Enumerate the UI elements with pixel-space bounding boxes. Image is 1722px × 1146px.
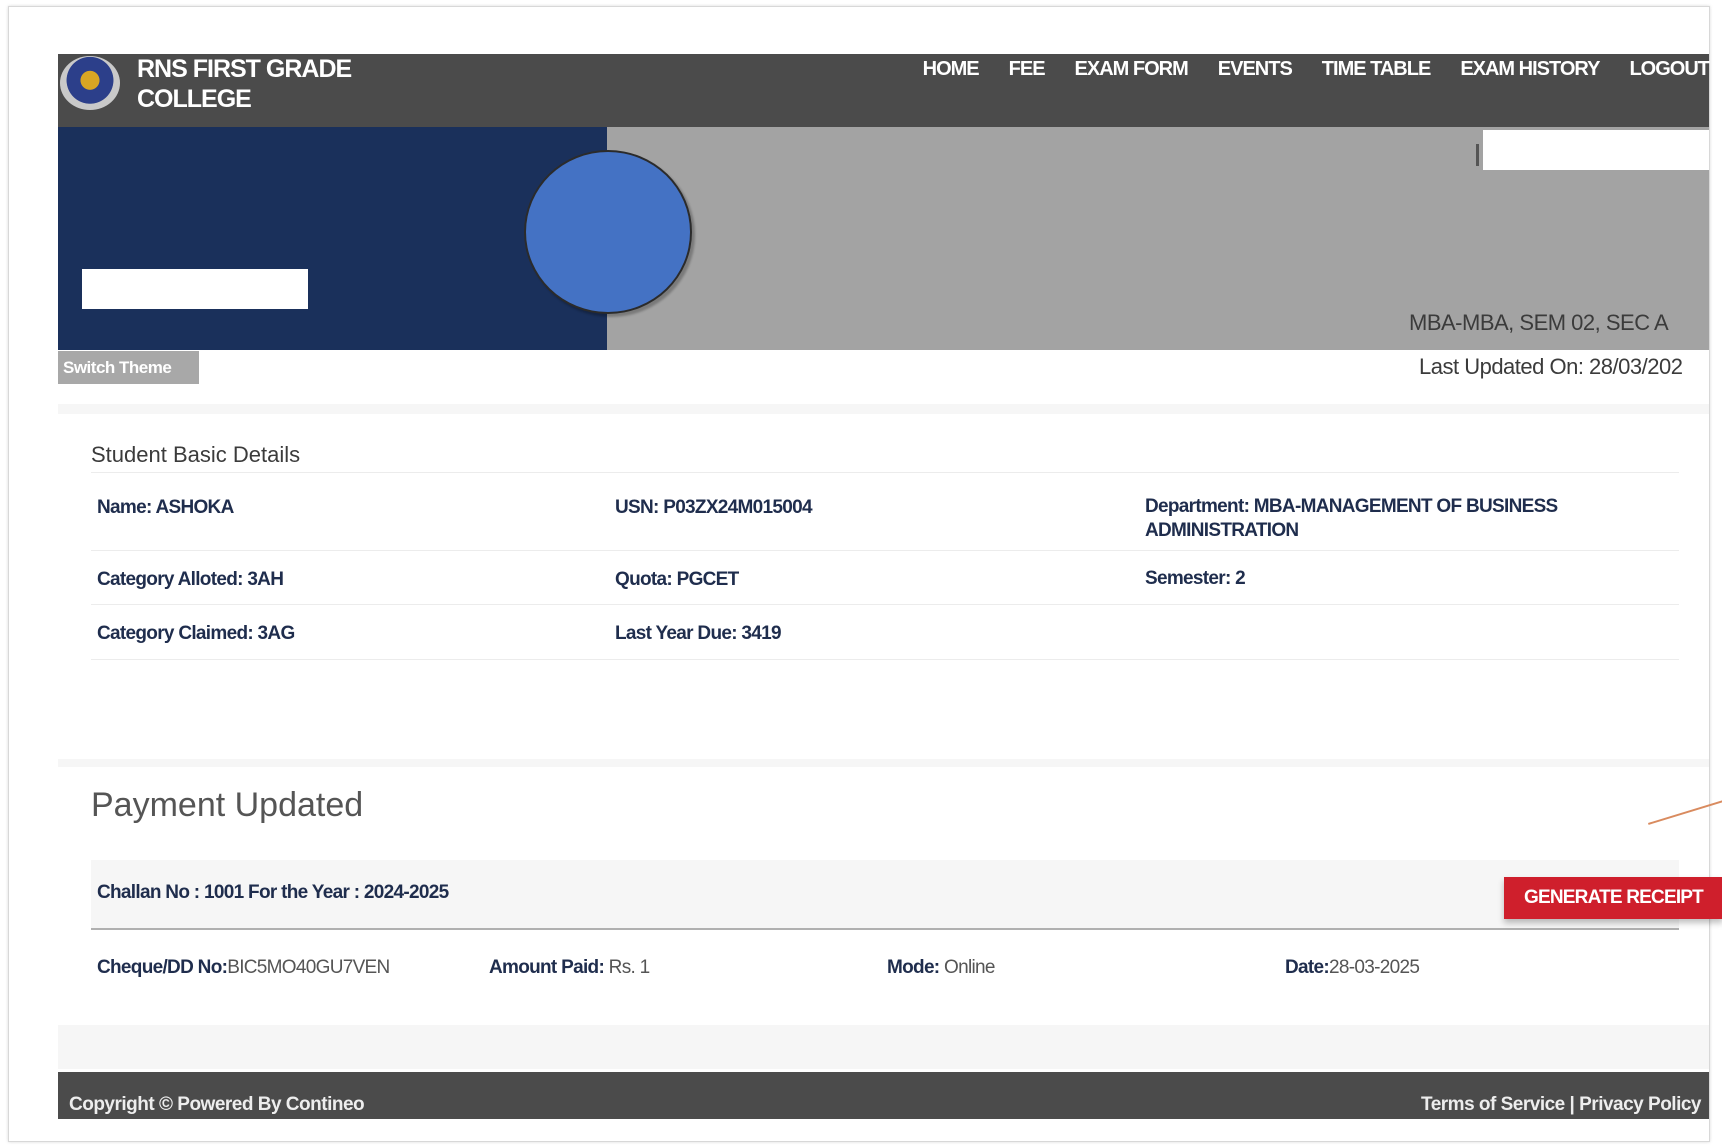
category-claimed: Category Claimed: 3AG [97, 623, 295, 644]
redacted-name-box [82, 269, 308, 309]
date-value: 28-03-2025 [1329, 957, 1420, 978]
college-logo-icon[interactable] [60, 56, 120, 110]
payment-date: Date:28-03-2025 [1285, 957, 1420, 979]
cheque-dd: Cheque/DD No:BIC5MO40GU7VEN [97, 957, 390, 979]
top-navbar: RNS FIRST GRADE COLLEGE HOME FEE EXAM FO… [58, 54, 1710, 127]
nav-exam-history[interactable]: EXAM HISTORY [1460, 54, 1600, 84]
footer-separator: | [1564, 1094, 1580, 1115]
course-info: MBA-MBA, SEM 02, SEC A [1409, 310, 1669, 335]
date-label: Date: [1285, 957, 1330, 978]
details-row: Category Claimed: 3AG Last Year Due: 341… [91, 604, 1679, 660]
amount-paid: Amount Paid: Rs. 1 [489, 957, 650, 979]
nav-events[interactable]: EVENTS [1218, 54, 1293, 84]
challan-info: Challan No : 1001 For the Year : 2024-20… [97, 882, 449, 903]
footer: Copyright © Powered By Contineo Terms of… [58, 1072, 1709, 1119]
college-name-line2: COLLEGE [137, 85, 252, 113]
avatar [524, 150, 692, 314]
footer-links: Terms of Service | Privacy Policy [1421, 1094, 1701, 1116]
student-name: Name: ASHOKA [97, 497, 234, 518]
college-name: RNS FIRST GRADE COLLEGE [137, 54, 352, 114]
nav-logout[interactable]: LOGOUT [1629, 54, 1710, 84]
switch-theme-button[interactable]: Switch Theme [58, 351, 199, 384]
category-alloted: Category Alloted: 3AH [97, 569, 284, 590]
generate-receipt-button[interactable]: GENERATE RECEIPT [1504, 877, 1722, 919]
details-row: Name: ASHOKA USN: P03ZX24M015004 Departm… [91, 472, 1679, 551]
amount-value: Rs. 1 [604, 957, 651, 978]
mode-value: Online [939, 957, 995, 978]
redacted-info-box [1483, 130, 1709, 170]
nav-exam-form[interactable]: EXAM FORM [1075, 54, 1189, 84]
copyright-text: Copyright © Powered By Contineo [69, 1094, 365, 1115]
payment-mode: Mode: Online [887, 957, 995, 979]
cheque-label: Cheque/DD No: [97, 957, 228, 978]
main-nav: HOME FEE EXAM FORM EVENTS TIME TABLE EXA… [893, 54, 1710, 84]
nav-home[interactable]: HOME [923, 54, 980, 84]
nav-time-table[interactable]: TIME TABLE [1322, 54, 1432, 84]
details-row: Category Alloted: 3AH Quota: PGCET Semes… [91, 550, 1679, 605]
privacy-link[interactable]: Privacy Policy [1579, 1094, 1701, 1115]
redaction-edge [1476, 144, 1479, 166]
page-frame: RNS FIRST GRADE COLLEGE HOME FEE EXAM FO… [8, 6, 1722, 1142]
college-name-line1: RNS FIRST GRADE [137, 55, 352, 83]
last-year-due: Last Year Due: 3419 [615, 623, 782, 644]
nav-fee[interactable]: FEE [1009, 54, 1046, 84]
semester: Semester: 2 [1145, 568, 1246, 589]
quota: Quota: PGCET [615, 569, 739, 590]
mode-label: Mode: [887, 957, 940, 978]
terms-link[interactable]: Terms of Service [1421, 1094, 1565, 1115]
amount-label: Amount Paid: [489, 957, 605, 978]
student-department: Department: MBA-MANAGEMENT OF BUSINESS A… [1145, 496, 1558, 541]
last-updated: Last Updated On: 28/03/202 [1419, 354, 1683, 379]
cheque-value: BIC5MO40GU7VEN [227, 957, 390, 978]
challan-bar: Challan No : 1001 For the Year : 2024-20… [91, 860, 1722, 930]
section-title: Student Basic Details [91, 442, 301, 467]
payment-title: Payment Updated [91, 786, 364, 824]
student-usn: USN: P03ZX24M015004 [615, 497, 813, 518]
